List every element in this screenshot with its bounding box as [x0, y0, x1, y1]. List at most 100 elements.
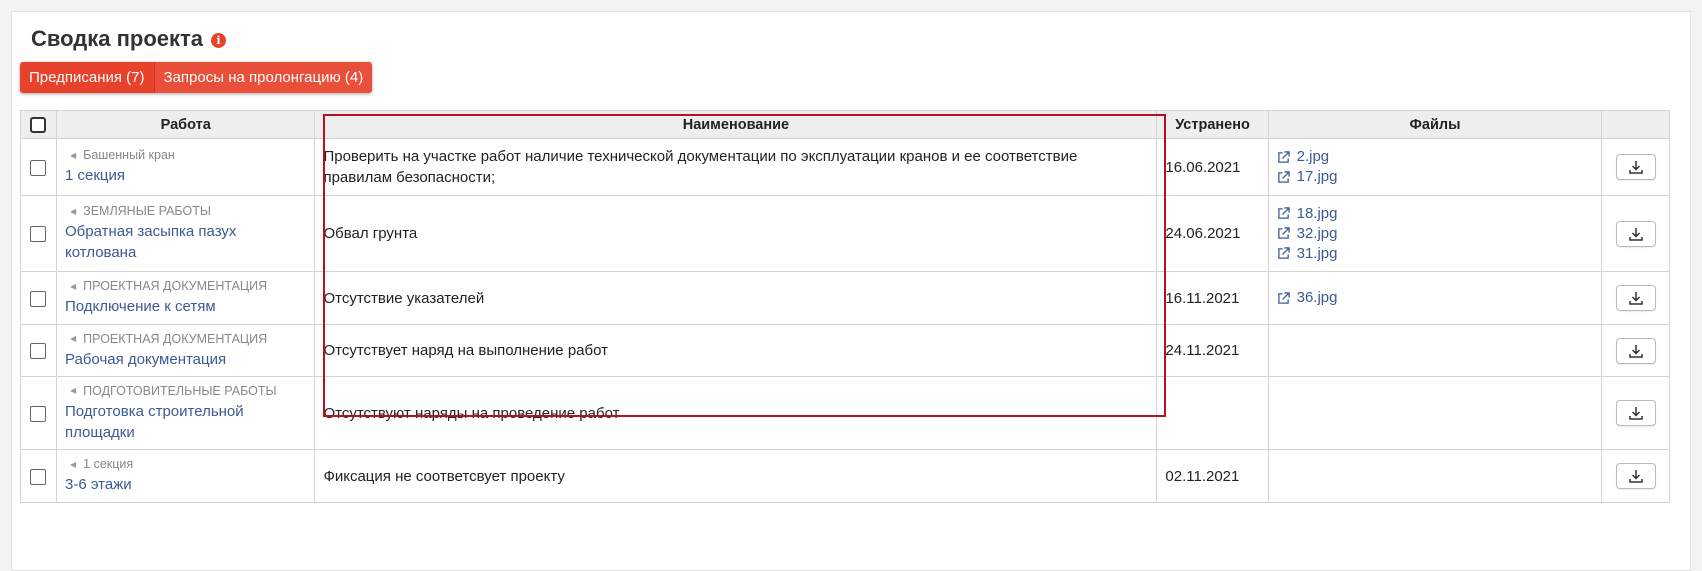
fixed-date: 24.11.2021: [1156, 324, 1269, 377]
work-link[interactable]: Подготовка строительной площадки: [65, 401, 306, 443]
row-select-cell: [20, 376, 57, 450]
files-cell: [1267, 324, 1603, 377]
download-button[interactable]: [1615, 337, 1656, 364]
actions-cell: [1601, 324, 1670, 377]
table-row: ◀ ПРОЕКТНАЯ ДОКУМЕНТАЦИЯ Рабочая документ…: [20, 324, 1670, 377]
row-checkbox[interactable]: [30, 290, 47, 307]
header-files[interactable]: Файлы: [1267, 110, 1603, 139]
name-cell: Отсутствует наряд на выполнение работ: [314, 324, 1158, 377]
row-checkbox[interactable]: [30, 343, 47, 360]
actions-cell: [1601, 138, 1670, 196]
work-cell: ◀ Башенный кран 1 секция: [55, 138, 316, 196]
parent-category: ◀ ПОДГОТОВИТЕЛЬНЫЕ РАБОТЫ: [69, 383, 277, 398]
caret-left-icon: ◀: [69, 150, 77, 160]
external-link-icon: [1277, 170, 1290, 183]
file-link[interactable]: 32.jpg: [1277, 224, 1594, 244]
page-title: Сводка проекта: [31, 26, 204, 51]
caret-left-icon: ◀: [69, 281, 77, 291]
tab-group: Предписания (7) Запросы на пролонгацию (…: [20, 62, 373, 93]
external-link-icon: [1277, 150, 1290, 163]
actions-cell: [1601, 376, 1670, 450]
file-link[interactable]: 2.jpg: [1277, 147, 1594, 167]
download-icon: [1628, 161, 1643, 174]
work-cell: ◀ ЗЕМЛЯНЫЕ РАБОТЫ Обратная засыпка пазух …: [55, 195, 316, 272]
name-cell: Отсутствие указателей: [314, 271, 1158, 325]
select-all-checkbox[interactable]: [30, 116, 47, 133]
table-header-row: Работа Наименование Устранено Файлы: [20, 110, 1670, 139]
row-checkbox[interactable]: [30, 159, 47, 176]
parent-category: ◀ ЗЕМЛЯНЫЕ РАБОТЫ: [69, 204, 211, 218]
parent-category: ◀ 1 секция: [69, 457, 134, 471]
actions-cell: [1601, 449, 1670, 503]
parent-category: ◀ Башенный кран: [69, 148, 175, 162]
fixed-date: 02.11.2021: [1156, 449, 1269, 503]
header-actions: [1601, 110, 1670, 139]
download-icon: [1628, 292, 1643, 305]
header-work[interactable]: Работа: [55, 110, 316, 139]
external-link-icon: [1277, 247, 1290, 259]
work-link[interactable]: Рабочая документация: [65, 349, 306, 370]
download-button[interactable]: [1615, 220, 1656, 247]
file-link[interactable]: 36.jpg: [1277, 288, 1594, 308]
caret-left-icon: ◀: [69, 386, 77, 395]
fixed-date: 16.11.2021: [1156, 271, 1269, 325]
actions-cell: [1601, 195, 1670, 272]
row-select-cell: [20, 324, 57, 377]
row-select-cell: [20, 138, 57, 196]
download-button[interactable]: [1615, 154, 1656, 180]
download-icon: [1628, 227, 1643, 241]
caret-left-icon: ◀: [69, 334, 77, 343]
tab-prescriptions[interactable]: Предписания (7): [20, 62, 155, 93]
title-row: Сводка проекта i: [31, 26, 227, 52]
files-cell: [1267, 376, 1603, 450]
download-button[interactable]: [1615, 463, 1656, 489]
info-icon[interactable]: i: [211, 32, 227, 48]
work-link[interactable]: Обратная засыпка пазух котлована: [65, 221, 306, 263]
work-link[interactable]: 3-6 этажи: [65, 474, 306, 495]
work-cell: ◀ ПРОЕКТНАЯ ДОКУМЕНТАЦИЯ Подключение к се…: [55, 271, 316, 325]
actions-cell: [1601, 271, 1670, 325]
fixed-date: 24.06.2021: [1156, 195, 1269, 272]
external-link-icon: [1277, 207, 1290, 219]
files-cell: 2.jpg 17.jpg: [1267, 138, 1603, 196]
caret-left-icon: ◀: [69, 459, 77, 469]
row-select-cell: [20, 449, 57, 503]
header-fixed[interactable]: Устранено: [1156, 110, 1269, 139]
file-link[interactable]: 18.jpg: [1277, 204, 1594, 224]
fixed-date: 16.06.2021: [1156, 138, 1269, 196]
table-row: ◀ ПРОЕКТНАЯ ДОКУМЕНТАЦИЯ Подключение к се…: [20, 271, 1670, 325]
row-checkbox[interactable]: [30, 226, 47, 243]
name-cell: Фиксация не соответсвует проекту: [314, 449, 1158, 503]
download-icon: [1628, 407, 1643, 420]
prescriptions-table: Работа Наименование Устранено Файлы ◀ Баш…: [20, 110, 1670, 503]
fixed-date: [1156, 376, 1269, 450]
external-link-icon: [1277, 227, 1290, 239]
header-name[interactable]: Наименование: [314, 110, 1158, 139]
row-select-cell: [20, 271, 57, 325]
parent-category: ◀ ПРОЕКТНАЯ ДОКУМЕНТАЦИЯ: [69, 279, 268, 293]
name-cell: Отсутствуют наряды на проведение работ: [314, 376, 1158, 450]
table-row: ◀ ПОДГОТОВИТЕЛЬНЫЕ РАБОТЫ Подготовка стро…: [20, 376, 1670, 450]
select-all-header: [20, 110, 57, 139]
files-cell: [1267, 449, 1603, 503]
tab-prolongation-requests[interactable]: Запросы на пролонгацию (4): [154, 62, 373, 93]
download-button[interactable]: [1615, 400, 1656, 426]
name-cell: Обвал грунта: [314, 195, 1158, 272]
name-cell: Проверить на участке работ наличие техни…: [314, 138, 1158, 196]
row-checkbox[interactable]: [30, 468, 47, 485]
file-link[interactable]: 17.jpg: [1277, 167, 1594, 187]
table-row: ◀ ЗЕМЛЯНЫЕ РАБОТЫ Обратная засыпка пазух …: [20, 195, 1670, 272]
download-button[interactable]: [1615, 285, 1656, 311]
row-select-cell: [20, 195, 57, 272]
download-icon: [1628, 344, 1643, 358]
work-link[interactable]: 1 секция: [65, 165, 306, 186]
table-row: ◀ Башенный кран 1 секция Проверить на уча…: [20, 138, 1670, 196]
files-cell: 36.jpg: [1267, 271, 1603, 325]
row-checkbox[interactable]: [30, 405, 47, 422]
file-link[interactable]: 31.jpg: [1277, 244, 1594, 264]
work-cell: ◀ 1 секция 3-6 этажи: [55, 449, 316, 503]
download-icon: [1628, 470, 1643, 483]
external-link-icon: [1277, 291, 1290, 304]
work-link[interactable]: Подключение к сетям: [65, 296, 306, 317]
parent-category: ◀ ПРОЕКТНАЯ ДОКУМЕНТАЦИЯ: [69, 331, 268, 346]
